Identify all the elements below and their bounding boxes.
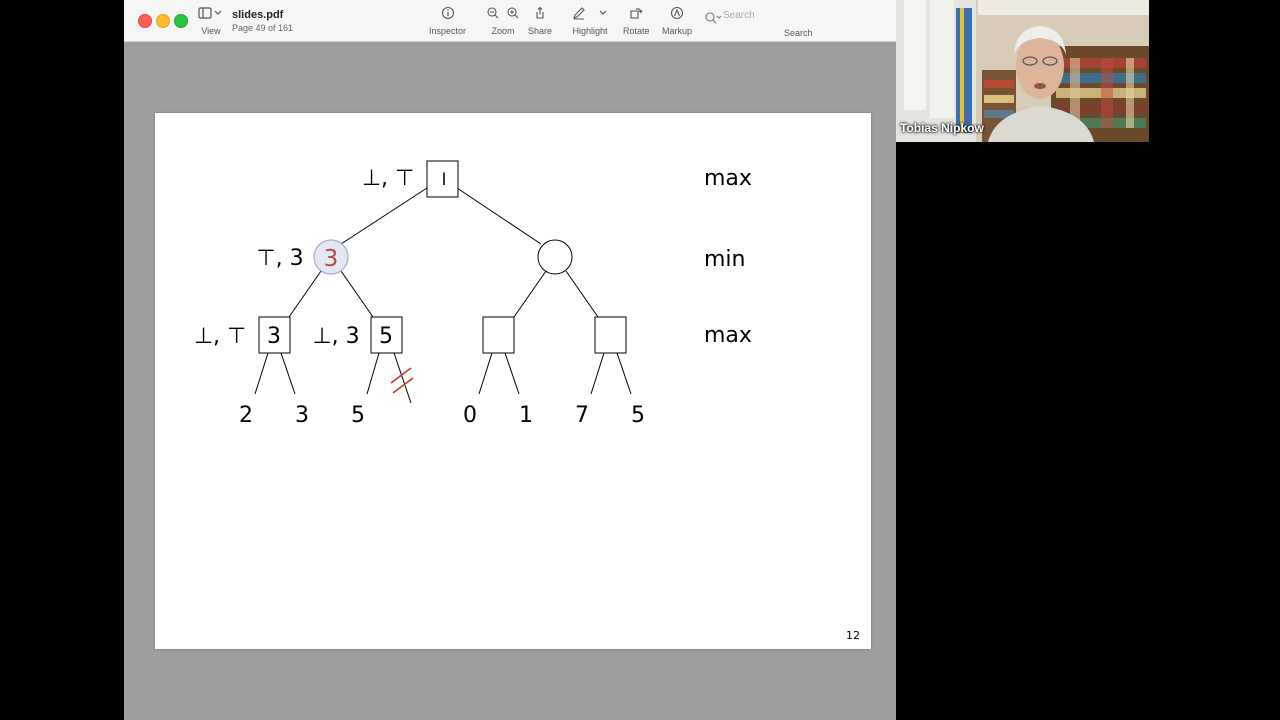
max-node-rl [482,316,515,354]
leaf-value: 5 [351,403,365,428]
share-label: Share [528,26,553,36]
search-placeholder: Search [723,10,755,21]
leaf-value: 0 [463,403,477,428]
markup-label: Markup [662,26,693,36]
pen-icon [572,6,608,24]
level-label: max [704,166,752,191]
tree-edges [254,187,632,404]
rotate-icon [629,6,643,24]
share-icon [533,6,547,24]
share-button[interactable]: Share [528,6,552,36]
level-label: max [704,323,752,348]
info-icon [441,6,455,24]
cutoff-mark [390,367,414,394]
max-lr-bounds-label: ⊥, 3 [312,324,359,349]
max-node-lr-value: 5 [379,324,393,349]
min-node-left-value: 3 [324,246,339,272]
level-label: min [704,247,746,272]
root-bounds-label: ⊥, ⊤ [362,166,414,191]
close-window-button[interactable] [138,14,152,28]
leaf-value: 1 [519,403,533,428]
max-node-rr [594,316,627,354]
zoom-icon [486,6,520,24]
search-label: Search [784,28,813,38]
slide-page: I ⊥, ⊤ 3 ⊤, 3 3 ⊥, ⊤ 5 ⊥, 3 2 3 5 0 1 7 [155,113,871,649]
max-ll-bounds-label: ⊥, ⊤ [194,324,246,349]
markup-icon [670,6,684,24]
search-field[interactable]: Search [704,9,892,25]
view-label: View [201,26,221,36]
view-button[interactable]: View [198,6,224,36]
rotate-button[interactable]: Rotate [623,6,650,36]
markup-button[interactable]: Markup [662,6,692,36]
text-cursor-icon: I [441,170,446,190]
leaf-value: 3 [295,403,309,428]
sidebar-icon [198,6,224,24]
background-panel [896,142,1280,720]
leaf-value: 5 [631,403,645,428]
inspector-label: Inspector [429,26,467,36]
page-indicator: Page 49 of 161 [232,23,294,33]
fullscreen-window-button[interactable] [174,14,188,28]
max-node-ll-value: 3 [267,324,281,349]
highlight-label: Highlight [572,26,608,36]
search-icon [705,12,722,24]
min-node-right [537,239,573,275]
zoom-label: Zoom [491,26,515,36]
leaf-value: 7 [575,403,589,428]
highlight-button[interactable]: Highlight [572,6,608,36]
minimax-tree-diagram: I ⊥, ⊤ 3 ⊤, 3 3 ⊥, ⊤ 5 ⊥, 3 2 3 5 0 1 7 [194,160,860,642]
inspector-button[interactable]: Inspector [429,6,466,36]
zoom-button[interactable]: Zoom [486,6,520,36]
rotate-label: Rotate [623,26,650,36]
titlebar: View slides.pdf Page 49 of 161 Inspector… [124,0,896,42]
slide-page-number: 12 [846,629,860,642]
speaker-video-tile: Tobias Nipkow [896,0,1149,142]
document-title: slides.pdf [232,9,284,21]
minimize-window-button[interactable] [156,14,170,28]
min-left-bounds-label: ⊤, 3 [256,246,303,271]
leaf-value: 2 [239,403,253,428]
speaker-name: Tobias Nipkow [900,121,984,135]
